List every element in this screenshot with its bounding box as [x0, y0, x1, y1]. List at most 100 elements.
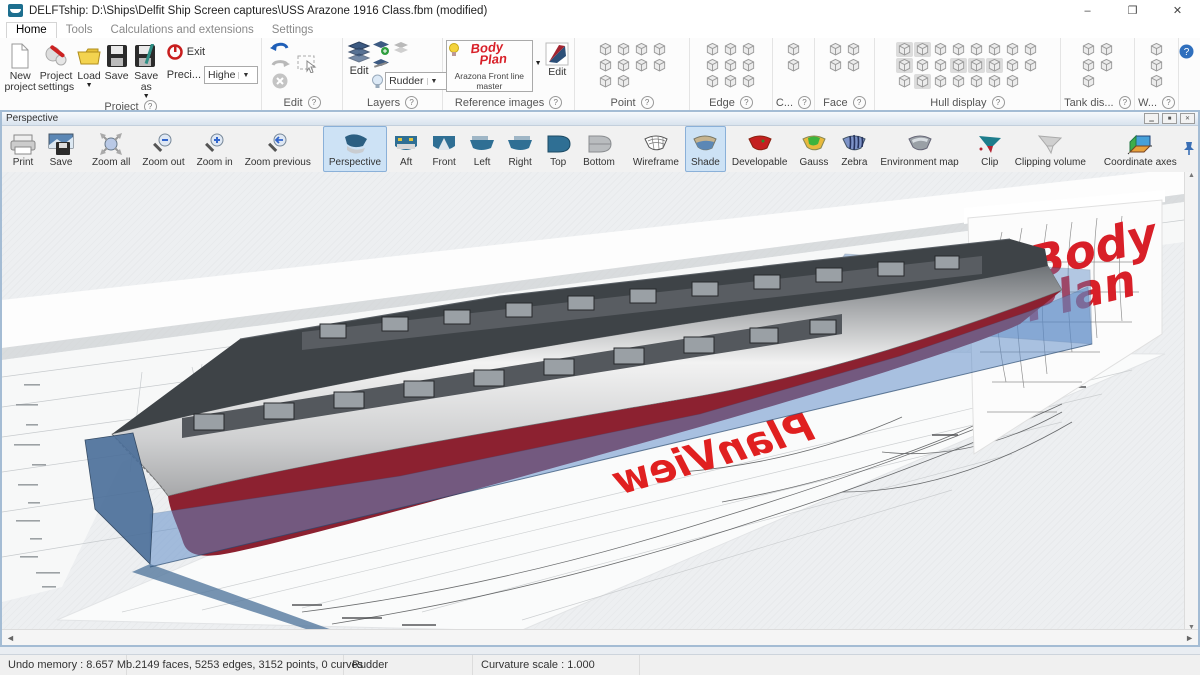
tool-cube-icon[interactable]	[633, 58, 650, 73]
select-icon[interactable]	[297, 53, 319, 73]
help-icon[interactable]: ?	[641, 96, 654, 109]
tool-cube-icon[interactable]	[950, 58, 967, 73]
tool-cube-icon[interactable]	[1022, 58, 1039, 73]
perspective-view-button[interactable]: Perspective	[323, 126, 387, 172]
tool-cube-icon[interactable]	[932, 42, 949, 57]
minimize-button[interactable]: –	[1065, 0, 1110, 21]
zoom-out-button[interactable]: Zoom out	[136, 126, 190, 172]
tool-cube-icon[interactable]	[1098, 42, 1115, 57]
edge-tools-grid[interactable]	[704, 40, 757, 89]
load-dropdown-arrow[interactable]: ▼	[75, 82, 104, 89]
left-view-button[interactable]: Left	[463, 126, 501, 172]
viewport-3d[interactable]: PlanView Body Plan	[2, 172, 1185, 631]
new-project-button[interactable]: New project	[3, 40, 37, 93]
reference-image-edit-button[interactable]: Edit	[544, 40, 572, 78]
tank-display-grid[interactable]	[1080, 40, 1115, 89]
project-settings-button[interactable]: Project settings	[37, 40, 74, 93]
tool-cube-icon[interactable]	[950, 74, 967, 89]
load-button[interactable]: Load ▼	[75, 40, 104, 89]
reference-image-thumbnail[interactable]: Body Plan Arazona Front line master	[446, 40, 533, 92]
gauss-button[interactable]: Gauss	[793, 126, 834, 172]
tool-cube-icon[interactable]	[704, 42, 721, 57]
reference-image-dropdown-arrow[interactable]: ▼	[535, 40, 542, 67]
tool-cube-icon[interactable]	[615, 58, 632, 73]
right-view-button[interactable]: Right	[501, 126, 539, 172]
redo-icon[interactable]	[269, 57, 291, 72]
tool-cube-icon[interactable]	[1148, 42, 1165, 57]
panel-maximize-button[interactable]: ■	[1162, 113, 1177, 124]
tab-home[interactable]: Home	[6, 22, 57, 38]
tool-cube-icon[interactable]	[722, 58, 739, 73]
tool-cube-icon[interactable]	[1148, 74, 1165, 89]
scroll-left-icon[interactable]: ◄	[6, 633, 15, 643]
panel-header[interactable]: Perspective ▁ ■ ✕	[2, 112, 1198, 126]
tool-cube-icon[interactable]	[597, 42, 614, 57]
zoom-in-button[interactable]: Zoom in	[191, 126, 239, 172]
tool-cube-icon[interactable]	[986, 74, 1003, 89]
front-view-button[interactable]: Front	[425, 126, 463, 172]
environment-map-button[interactable]: Environment map	[874, 126, 964, 172]
help-icon[interactable]: ?	[1119, 96, 1131, 109]
pin-icon[interactable]	[1183, 141, 1195, 155]
tool-cube-icon[interactable]	[914, 58, 931, 73]
tool-cube-icon[interactable]	[597, 58, 614, 73]
tool-cube-icon[interactable]	[968, 74, 985, 89]
tool-cube-icon[interactable]	[597, 74, 614, 89]
tool-cube-icon[interactable]	[1004, 74, 1021, 89]
bottom-view-button[interactable]: Bottom	[577, 126, 621, 172]
tool-cube-icon[interactable]	[827, 58, 844, 73]
help-icon[interactable]: ?	[549, 96, 562, 109]
zoom-all-button[interactable]: Zoom all	[86, 126, 136, 172]
point-tools-grid[interactable]	[597, 40, 668, 89]
shade-button[interactable]: Shade	[685, 126, 726, 172]
hull-display-grid[interactable]	[896, 40, 1039, 89]
tool-cube-icon[interactable]	[932, 74, 949, 89]
help-icon[interactable]: ?	[992, 96, 1005, 109]
top-view-button[interactable]: Top	[539, 126, 577, 172]
tool-cube-icon[interactable]	[896, 74, 913, 89]
tool-cube-icon[interactable]	[1022, 42, 1039, 57]
zoom-previous-button[interactable]: Zoom previous	[239, 126, 317, 172]
wireframe-button[interactable]: Wireframe	[627, 126, 685, 172]
layer-gray-icon[interactable]	[393, 40, 409, 56]
tool-cube-icon[interactable]	[1098, 58, 1115, 73]
tool-cube-icon[interactable]	[704, 74, 721, 89]
save-as-dropdown-arrow[interactable]: ▼	[130, 93, 163, 100]
tool-cube-icon[interactable]	[986, 42, 1003, 57]
panel-minimize-button[interactable]: ▁	[1144, 113, 1159, 124]
tab-settings[interactable]: Settings	[263, 23, 323, 38]
save-as-button[interactable]: Save as ▼	[130, 40, 163, 100]
tool-cube-icon[interactable]	[704, 58, 721, 73]
tool-cube-icon[interactable]	[1080, 58, 1097, 73]
tool-cube-icon[interactable]	[914, 74, 931, 89]
delete-icon[interactable]	[271, 72, 289, 90]
undo-icon[interactable]	[269, 40, 291, 57]
precision-select[interactable]: Highe ▼	[204, 66, 258, 84]
horizontal-scrollbar[interactable]: ◄ ►	[2, 629, 1198, 645]
help-icon[interactable]: ?	[1162, 96, 1175, 109]
save-view-button[interactable]: Save	[42, 126, 80, 172]
curve-tools-grid[interactable]	[785, 40, 802, 73]
save-button[interactable]: Save	[104, 40, 130, 82]
layer-add-icon[interactable]	[372, 40, 390, 56]
help-icon[interactable]: ?	[740, 96, 753, 109]
tool-cube-icon[interactable]	[845, 42, 862, 57]
help-icon[interactable]: ?	[853, 96, 866, 109]
tab-tools[interactable]: Tools	[57, 23, 102, 38]
tool-cube-icon[interactable]	[845, 58, 862, 73]
print-button[interactable]: Print	[4, 126, 42, 172]
tool-cube-icon[interactable]	[896, 58, 913, 73]
tool-cube-icon[interactable]	[1080, 42, 1097, 57]
window-tools-grid[interactable]	[1148, 40, 1165, 89]
tool-cube-icon[interactable]	[932, 58, 949, 73]
help-button-icon[interactable]: ?	[1179, 44, 1194, 59]
tool-cube-icon[interactable]	[1004, 58, 1021, 73]
tool-cube-icon[interactable]	[740, 58, 757, 73]
coordinate-axes-button[interactable]: Coordinate axes	[1098, 126, 1183, 172]
layer-pen-icon[interactable]	[372, 58, 390, 70]
clip-button[interactable]: Clip	[971, 126, 1009, 172]
layers-icon[interactable]	[346, 40, 372, 64]
scroll-right-icon[interactable]: ►	[1185, 633, 1194, 643]
help-icon[interactable]: ?	[405, 96, 418, 109]
tool-cube-icon[interactable]	[722, 74, 739, 89]
